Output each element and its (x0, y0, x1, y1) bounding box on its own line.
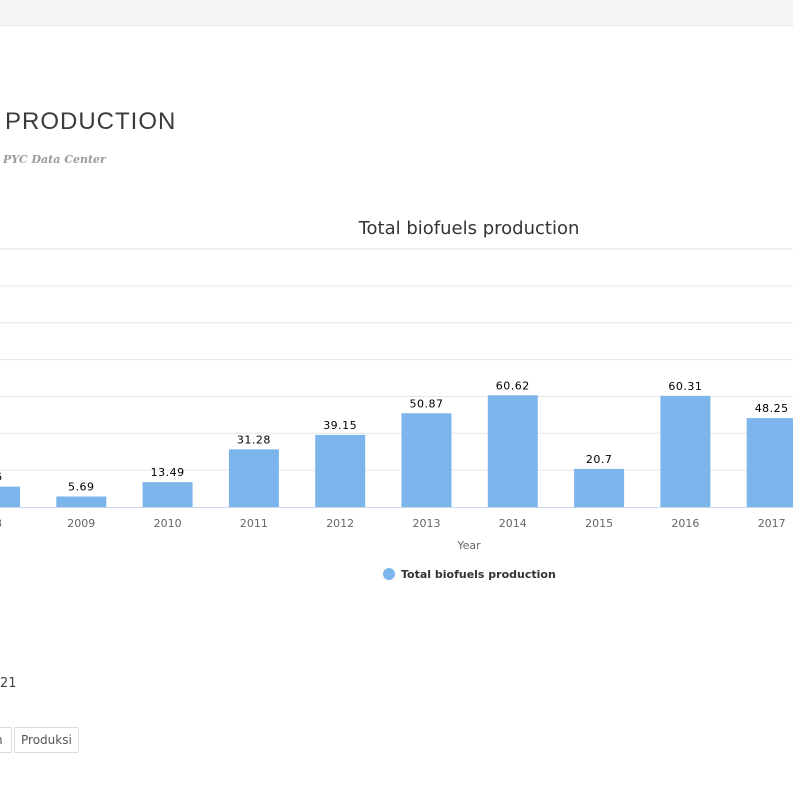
legend-marker (383, 568, 395, 580)
data-label-2008: 06 (0, 471, 3, 484)
data-label-2014: 60.62 (496, 379, 530, 392)
date-text: 21 (0, 676, 17, 691)
bar-2010 (142, 482, 193, 507)
x-tick-2010: 2010 (154, 517, 182, 530)
x-tick-2016: 2016 (671, 517, 699, 530)
bar-2014 (487, 395, 538, 507)
x-tick-2014: 2014 (499, 517, 527, 530)
source-line: PYC Data Center (3, 153, 106, 166)
data-label-2013: 50.87 (410, 397, 444, 410)
data-label-2012: 39.15 (323, 419, 357, 432)
x-tick-2013: 2013 (413, 517, 441, 530)
data-label-2009: 5.69 (68, 481, 95, 494)
tag-partial[interactable]: n (0, 727, 12, 753)
bar-2011 (228, 449, 279, 507)
legend-label: Total biofuels production (401, 568, 556, 581)
top-bar (0, 0, 793, 26)
bar-2009 (56, 496, 107, 507)
x-axis-label: Year (456, 539, 481, 552)
bar-chart: Total biofuels production 06 08 5.69 2009 13.… (0, 218, 793, 581)
bar-2015 (574, 468, 625, 507)
x-tick-2015: 2015 (585, 517, 613, 530)
bar-2008 (0, 486, 20, 507)
x-tick-2017: 2017 (758, 517, 786, 530)
bar-2012 (315, 434, 366, 507)
bar-2017 (746, 418, 793, 507)
x-tick-2008: 08 (0, 517, 2, 530)
bar-2013 (401, 413, 452, 507)
data-label-2010: 13.49 (151, 466, 185, 479)
data-label-2016: 60.31 (668, 380, 702, 393)
data-label-2011: 31.28 (237, 433, 271, 446)
x-tick-2012: 2012 (326, 517, 354, 530)
x-tick-2011: 2011 (240, 517, 268, 530)
tag-produksi[interactable]: Produksi (14, 727, 79, 753)
chart-title: Total biofuels production (358, 218, 580, 239)
page-title: PRODUCTION (5, 108, 177, 135)
data-label-2017: 48.25 (755, 402, 789, 415)
data-label-2015: 20.7 (586, 453, 613, 466)
x-tick-2009: 2009 (67, 517, 95, 530)
bar-2016 (660, 395, 711, 507)
